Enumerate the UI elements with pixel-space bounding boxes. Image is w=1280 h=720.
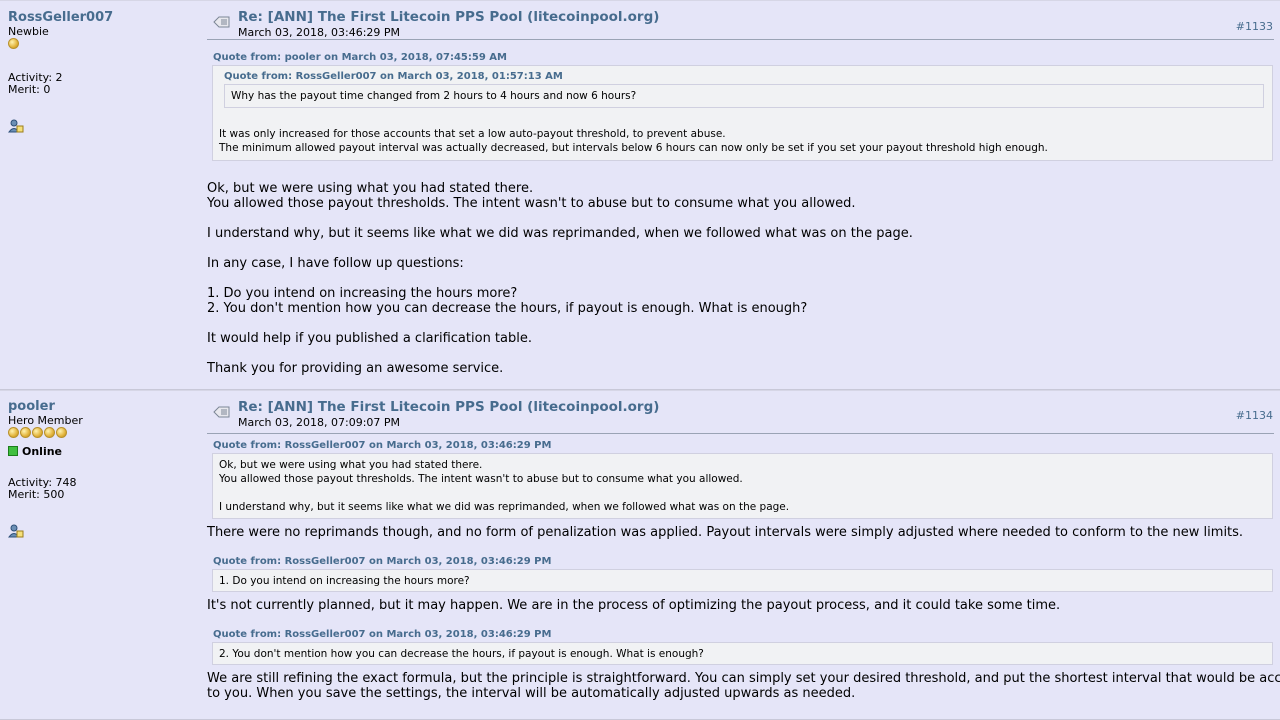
nested-quote-header[interactable]: Quote from: RossGeller007 on March 03, 2…	[224, 70, 563, 84]
post-body-line: You allowed those payout thresholds. The…	[207, 196, 856, 211]
quote-header[interactable]: Quote from: RossGeller007 on March 03, 2…	[213, 629, 551, 640]
coin-icon	[44, 427, 55, 438]
message-number-link[interactable]: #1133	[1236, 20, 1273, 33]
nested-quote-block: Why has the payout time changed from 2 h…	[224, 84, 1264, 108]
coin-icon	[56, 427, 67, 438]
poster-info: RossGeller007 Newbie Activity: 2 Merit: …	[8, 11, 198, 137]
post-body-line: 2. You don't mention how you can decreas…	[207, 301, 808, 316]
quote-header[interactable]: Quote from: RossGeller007 on March 03, 2…	[213, 440, 551, 451]
post-subject-link[interactable]: Re: [ANN] The First Litecoin PPS Pool (l…	[238, 9, 659, 25]
user-rank: Newbie	[8, 25, 49, 38]
poster-info: pooler Hero Member Online Activity: 748 …	[8, 400, 198, 542]
topic-message-icon	[213, 14, 231, 28]
rank-coins	[8, 38, 198, 50]
quote-text: It was only increased for those accounts…	[219, 127, 1048, 155]
user-rank: Hero Member	[8, 414, 83, 427]
online-label: Online	[22, 445, 63, 458]
post-header: Re: [ANN] The First Litecoin PPS Pool (l…	[207, 9, 1274, 40]
post-body-line: Ok, but we were using what you had state…	[207, 181, 534, 196]
post-subject-link[interactable]: Re: [ANN] The First Litecoin PPS Pool (l…	[238, 399, 659, 415]
quote-block: 1. Do you intend on increasing the hours…	[212, 569, 1273, 592]
reply-text: We are still refining the exact formula,…	[207, 671, 1280, 686]
reply-text: There were no reprimands though, and no …	[207, 525, 1244, 540]
reply-text: to you. When you save the settings, the …	[207, 686, 856, 701]
post-1134: pooler Hero Member Online Activity: 748 …	[0, 390, 1280, 720]
post-body-line: It would help if you published a clarifi…	[207, 331, 532, 346]
post-1133: RossGeller007 Newbie Activity: 2 Merit: …	[0, 0, 1280, 390]
nested-quote-text: Why has the payout time changed from 2 h…	[231, 90, 637, 102]
quote-line: You allowed those payout thresholds. The…	[219, 473, 743, 485]
quote-block: Ok, but we were using what you had state…	[212, 453, 1273, 519]
quote-block: 2. You don't mention how you can decreas…	[212, 642, 1273, 665]
coin-icon	[8, 38, 19, 49]
post-body-line: Thank you for providing an awesome servi…	[207, 361, 504, 376]
post-date: March 03, 2018, 07:09:07 PM	[238, 416, 401, 429]
online-indicator-icon	[8, 446, 18, 456]
username-link[interactable]: pooler	[8, 400, 55, 413]
quote-header[interactable]: Quote from: RossGeller007 on March 03, 2…	[213, 556, 551, 567]
user-profile-icon[interactable]	[8, 118, 24, 134]
quote-line: It was only increased for those accounts…	[219, 128, 726, 140]
coin-icon	[8, 427, 19, 438]
quote-line: Ok, but we were using what you had state…	[219, 459, 483, 471]
quote-block: Quote from: RossGeller007 on March 03, 2…	[212, 65, 1273, 161]
quote-line: 1. Do you intend on increasing the hours…	[219, 575, 470, 587]
user-profile-icon[interactable]	[8, 523, 24, 539]
online-status: Online	[8, 445, 198, 458]
post-body-line: I understand why, but it seems like what…	[207, 226, 913, 241]
post-body-line: 1. Do you intend on increasing the hours…	[207, 286, 518, 301]
reply-text: It's not currently planned, but it may h…	[207, 598, 1061, 613]
post-header: Re: [ANN] The First Litecoin PPS Pool (l…	[207, 399, 1274, 434]
merit-count: Merit: 0	[8, 83, 51, 96]
rank-coins	[8, 427, 198, 439]
coin-icon	[20, 427, 31, 438]
quote-line: I understand why, but it seems like what…	[219, 501, 790, 513]
quote-line: 2. You don't mention how you can decreas…	[219, 648, 704, 660]
post-date: March 03, 2018, 03:46:29 PM	[238, 26, 401, 39]
coin-icon	[32, 427, 43, 438]
quote-header[interactable]: Quote from: pooler on March 03, 2018, 07…	[213, 52, 507, 63]
topic-message-icon	[213, 404, 231, 418]
username-link[interactable]: RossGeller007	[8, 11, 113, 24]
merit-count: Merit: 500	[8, 488, 65, 501]
message-number-link[interactable]: #1134	[1236, 409, 1273, 422]
post-body-line: In any case, I have follow up questions:	[207, 256, 464, 271]
quote-line: The minimum allowed payout interval was …	[219, 142, 1048, 154]
